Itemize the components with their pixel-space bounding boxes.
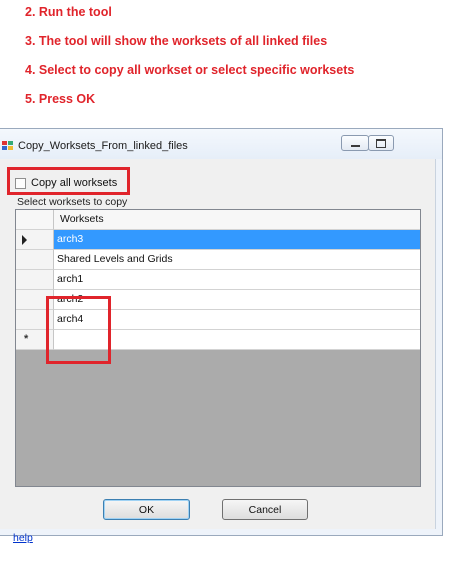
table-row[interactable]: Shared Levels and Grids: [16, 250, 420, 270]
row-header[interactable]: [16, 230, 54, 250]
highlight-copy-all: [7, 167, 130, 195]
grid-header-row: Worksets: [16, 210, 420, 230]
highlight-selected-worksets: [46, 296, 111, 364]
new-row-marker: *: [24, 333, 29, 345]
app-icon: [2, 141, 15, 152]
help-link[interactable]: help: [13, 532, 33, 544]
instruction-step-4: 4. Select to copy all workset or select …: [25, 63, 355, 77]
window-title: Copy_Worksets_From_linked_files: [18, 140, 188, 152]
workset-cell[interactable]: arch3: [54, 230, 420, 250]
workset-cell[interactable]: Shared Levels and Grids: [54, 250, 420, 270]
maximize-button[interactable]: [368, 135, 394, 151]
row-header-corner: [16, 210, 54, 230]
current-row-arrow-icon: [22, 235, 27, 245]
ok-button[interactable]: OK: [103, 499, 190, 520]
table-row[interactable]: arch3: [16, 230, 420, 250]
worksets-column-header[interactable]: Worksets: [54, 210, 420, 230]
dialog-client-area: Copy all worksets Select worksets to cop…: [0, 159, 436, 544]
row-header[interactable]: [16, 250, 54, 270]
instruction-step-2: 2. Run the tool: [25, 5, 112, 19]
instruction-step-5: 5. Press OK: [25, 92, 96, 106]
cancel-button[interactable]: Cancel: [222, 499, 308, 520]
workset-cell[interactable]: arch1: [54, 270, 420, 290]
table-row[interactable]: arch1: [16, 270, 420, 290]
select-worksets-label: Select worksets to copy: [17, 196, 128, 208]
instruction-step-3: 3. The tool will show the worksets of al…: [25, 34, 328, 48]
title-bar[interactable]: Copy_Worksets_From_linked_files: [0, 129, 442, 159]
dialog-window: Copy_Worksets_From_linked_files Copy all…: [0, 128, 443, 544]
minimize-button[interactable]: [341, 135, 369, 151]
row-header[interactable]: [16, 270, 54, 290]
